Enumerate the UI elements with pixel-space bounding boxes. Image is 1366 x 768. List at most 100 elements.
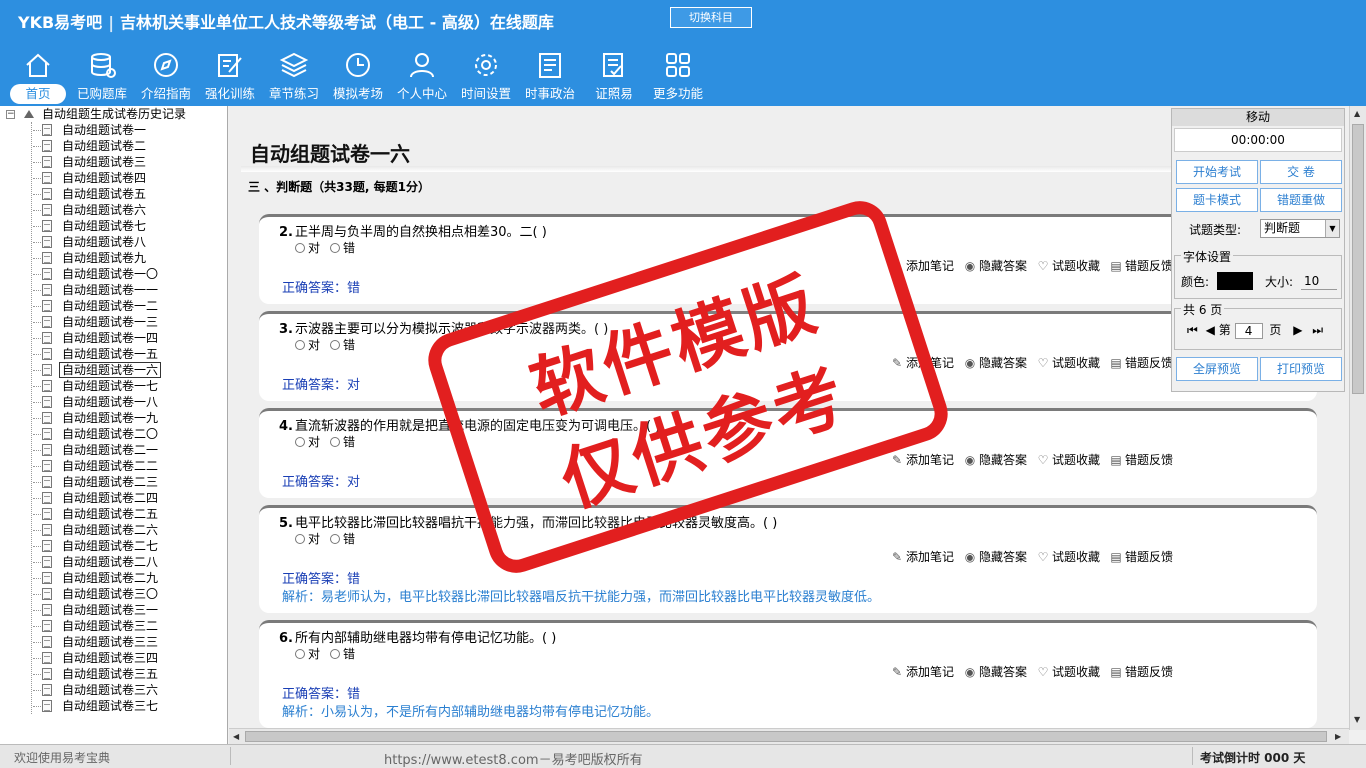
tree-item[interactable]: 自动组题试卷二七 bbox=[0, 538, 227, 554]
favorite-button[interactable]: ♡ 试题收藏 bbox=[1037, 548, 1100, 565]
option-false[interactable]: 错 bbox=[330, 338, 355, 352]
redo-wrong-button[interactable]: 错题重做 bbox=[1260, 188, 1342, 212]
fullscreen-preview-button[interactable]: 全屏预览 bbox=[1176, 357, 1258, 381]
report-error-button[interactable]: ▤ 错题反馈 bbox=[1110, 451, 1173, 468]
hide-answer-button[interactable]: ◉ 隐藏答案 bbox=[964, 451, 1027, 468]
add-note-button[interactable]: ✎ 添加笔记 bbox=[891, 451, 954, 468]
scroll-left-icon[interactable]: ◀ bbox=[233, 732, 239, 741]
option-true[interactable]: 对 bbox=[295, 532, 320, 546]
option-false[interactable]: 错 bbox=[330, 532, 355, 546]
nav-item-certificate[interactable]: 证照易 bbox=[582, 44, 646, 104]
hide-answer-button[interactable]: ◉ 隐藏答案 bbox=[964, 354, 1027, 371]
tree-item[interactable]: 自动组题试卷一八 bbox=[0, 394, 227, 410]
option-false[interactable]: 错 bbox=[330, 435, 355, 449]
tree-item[interactable]: 自动组题试卷六 bbox=[0, 202, 227, 218]
nav-item-grid[interactable]: 更多功能 bbox=[646, 44, 710, 104]
nav-item-compass[interactable]: 介绍指南 bbox=[134, 44, 198, 104]
font-size-input[interactable]: 10 bbox=[1301, 272, 1337, 290]
radio-icon[interactable] bbox=[330, 340, 341, 350]
tree-item[interactable]: 自动组题试卷二六 bbox=[0, 522, 227, 538]
tree-item[interactable]: 自动组题试卷三三 bbox=[0, 634, 227, 650]
radio-icon[interactable] bbox=[330, 243, 341, 253]
radio-icon[interactable] bbox=[295, 534, 305, 544]
option-false[interactable]: 错 bbox=[330, 241, 355, 255]
nav-item-clock[interactable]: 模拟考场 bbox=[326, 44, 390, 104]
tree-item[interactable]: 自动组题试卷九 bbox=[0, 250, 227, 266]
first-page-icon[interactable]: ⏮ bbox=[1187, 323, 1198, 337]
print-preview-button[interactable]: 打印预览 bbox=[1260, 357, 1342, 381]
switch-subject-button[interactable]: 切换科目 bbox=[670, 7, 752, 28]
tree-item[interactable]: 自动组题试卷一〇 bbox=[0, 266, 227, 282]
page-number-input[interactable]: 4 bbox=[1234, 322, 1263, 339]
question-type-select[interactable]: 判断题 ▼ bbox=[1260, 219, 1340, 238]
panel-move-handle[interactable]: 移动 bbox=[1172, 109, 1344, 126]
nav-item-home[interactable]: 首页 bbox=[6, 44, 70, 104]
scroll-down-icon[interactable]: ▼ bbox=[1354, 715, 1360, 724]
radio-icon[interactable] bbox=[330, 649, 341, 659]
radio-icon[interactable] bbox=[295, 437, 305, 447]
tree-item[interactable]: 自动组题试卷二二 bbox=[0, 458, 227, 474]
submit-button[interactable]: 交 卷 bbox=[1260, 160, 1342, 184]
report-error-button[interactable]: ▤ 错题反馈 bbox=[1110, 354, 1173, 371]
tree-item[interactable]: 自动组题试卷七 bbox=[0, 218, 227, 234]
favorite-button[interactable]: ♡ 试题收藏 bbox=[1037, 663, 1100, 680]
last-page-icon[interactable]: ⏭ bbox=[1312, 323, 1323, 337]
copyright-link[interactable]: https://www.etest8.com－易考吧版权所有 bbox=[384, 749, 643, 768]
option-true[interactable]: 对 bbox=[295, 435, 320, 449]
tree-root[interactable]: − 自动组题生成试卷历史记录 bbox=[0, 106, 227, 122]
favorite-button[interactable]: ♡ 试题收藏 bbox=[1037, 451, 1100, 468]
nav-item-news[interactable]: 时事政治 bbox=[518, 44, 582, 104]
scroll-up-icon[interactable]: ▲ bbox=[1354, 109, 1360, 118]
tree-item[interactable]: 自动组题试卷三五 bbox=[0, 666, 227, 682]
hide-answer-button[interactable]: ◉ 隐藏答案 bbox=[964, 663, 1027, 680]
tree-item[interactable]: 自动组题试卷二三 bbox=[0, 474, 227, 490]
tree-item[interactable]: 自动组题试卷三六 bbox=[0, 682, 227, 698]
tree-item[interactable]: 自动组题试卷二〇 bbox=[0, 426, 227, 442]
option-true[interactable]: 对 bbox=[295, 338, 320, 352]
tree-item[interactable]: 自动组题试卷二一 bbox=[0, 442, 227, 458]
horizontal-scrollbar[interactable]: ◀ ▶ bbox=[229, 728, 1349, 744]
hide-answer-button[interactable]: ◉ 隐藏答案 bbox=[964, 257, 1027, 274]
tree-item[interactable]: 自动组题试卷二八 bbox=[0, 554, 227, 570]
option-true[interactable]: 对 bbox=[295, 647, 320, 661]
tree-item[interactable]: 自动组题试卷一五 bbox=[0, 346, 227, 362]
prev-page-icon[interactable]: ◀ bbox=[1206, 323, 1215, 337]
nav-item-database[interactable]: 已购题库 bbox=[70, 44, 134, 104]
report-error-button[interactable]: ▤ 错题反馈 bbox=[1110, 548, 1173, 565]
option-true[interactable]: 对 bbox=[295, 241, 320, 255]
nav-item-edit[interactable]: 强化训练 bbox=[198, 44, 262, 104]
favorite-button[interactable]: ♡ 试题收藏 bbox=[1037, 257, 1100, 274]
nav-item-user[interactable]: 个人中心 bbox=[390, 44, 454, 104]
add-note-button[interactable]: ✎ 添加笔记 bbox=[891, 663, 954, 680]
tree-item[interactable]: 自动组题试卷一四 bbox=[0, 330, 227, 346]
radio-icon[interactable] bbox=[330, 534, 341, 544]
radio-icon[interactable] bbox=[330, 437, 341, 447]
tree-item[interactable]: 自动组题试卷一一 bbox=[0, 282, 227, 298]
tree-item[interactable]: 自动组题试卷三〇 bbox=[0, 586, 227, 602]
tree-item[interactable]: 自动组题试卷一二 bbox=[0, 298, 227, 314]
tree-item[interactable]: 自动组题试卷二九 bbox=[0, 570, 227, 586]
start-exam-button[interactable]: 开始考试 bbox=[1176, 160, 1258, 184]
vertical-scrollbar[interactable]: ▲ ▼ bbox=[1349, 106, 1366, 730]
tree-item[interactable]: 自动组题试卷三二 bbox=[0, 618, 227, 634]
tree-item[interactable]: 自动组题试卷三四 bbox=[0, 650, 227, 666]
nav-item-layers[interactable]: 章节练习 bbox=[262, 44, 326, 104]
option-false[interactable]: 错 bbox=[330, 647, 355, 661]
tree-item[interactable]: 自动组题试卷一 bbox=[0, 122, 227, 138]
tree-item[interactable]: 自动组题试卷一七 bbox=[0, 378, 227, 394]
tree-item[interactable]: 自动组题试卷二 bbox=[0, 138, 227, 154]
color-picker[interactable] bbox=[1217, 272, 1253, 290]
tree-item[interactable]: 自动组题试卷一六 bbox=[0, 362, 227, 378]
tree-item[interactable]: 自动组题试卷一九 bbox=[0, 410, 227, 426]
tree-item[interactable]: 自动组题试卷二五 bbox=[0, 506, 227, 522]
horizontal-scroll-thumb[interactable] bbox=[245, 731, 1327, 742]
report-error-button[interactable]: ▤ 错题反馈 bbox=[1110, 257, 1173, 274]
collapse-icon[interactable]: − bbox=[6, 110, 15, 119]
radio-icon[interactable] bbox=[295, 243, 305, 253]
radio-icon[interactable] bbox=[295, 340, 305, 350]
favorite-button[interactable]: ♡ 试题收藏 bbox=[1037, 354, 1100, 371]
tree-item[interactable]: 自动组题试卷三 bbox=[0, 154, 227, 170]
next-page-icon[interactable]: ▶ bbox=[1293, 323, 1302, 337]
card-mode-button[interactable]: 题卡模式 bbox=[1176, 188, 1258, 212]
tree-item[interactable]: 自动组题试卷一三 bbox=[0, 314, 227, 330]
